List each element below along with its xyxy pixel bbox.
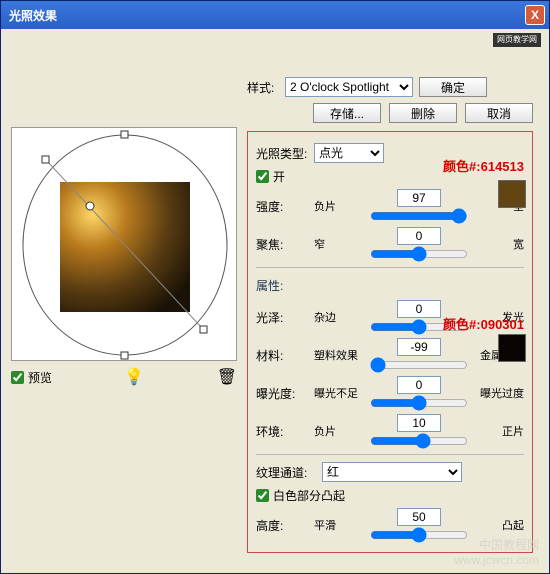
light-type-label: 光照类型: (256, 145, 308, 162)
delete-button[interactable]: 删除 (389, 103, 457, 123)
focus-value[interactable] (397, 227, 441, 245)
texture-label: 纹理通道: (256, 464, 316, 481)
window-title: 光照效果 (9, 7, 57, 24)
logo-badge: 网页教学网 (493, 33, 541, 47)
color-annotation-1: 颜色#:614513 (443, 156, 524, 175)
preview-label: 预览 (28, 369, 52, 386)
material-left: 塑料效果 (314, 347, 366, 363)
props-title: 属性: (256, 277, 308, 294)
focus-label: 聚焦: (256, 236, 308, 253)
gloss-value[interactable] (397, 300, 441, 318)
color-annotation-2: 颜色#:090301 (443, 314, 524, 333)
height-value[interactable] (397, 508, 441, 526)
texture-select[interactable]: 红 (322, 462, 462, 482)
ambient-value[interactable] (397, 414, 441, 432)
light-gizmo[interactable] (12, 128, 238, 362)
close-button[interactable]: X (525, 5, 545, 25)
intensity-label: 强度: (256, 198, 308, 215)
ok-button[interactable]: 确定 (419, 77, 487, 97)
light-panel: 光照类型: 点光 开 颜色#:614513 强度: 负片 (247, 131, 533, 553)
exposure-left: 曝光不足 (314, 385, 366, 401)
cancel-button[interactable]: 取消 (465, 103, 533, 123)
intensity-left: 负片 (314, 198, 366, 214)
focus-left: 窄 (314, 236, 366, 252)
white-high-label: 白色部分凸起 (273, 487, 345, 504)
preview-checkbox-input[interactable] (11, 371, 24, 384)
exposure-right: 曝光过度 (472, 385, 524, 401)
lightbulb-icon[interactable]: 💡 (124, 367, 144, 387)
material-slider[interactable] (370, 358, 468, 372)
ambient-right: 正片 (472, 423, 524, 439)
white-high-input[interactable] (256, 489, 269, 502)
exposure-value[interactable] (397, 376, 441, 394)
style-select[interactable]: 2 O'clock Spotlight (285, 77, 413, 97)
trash-icon[interactable]: 🗑 (217, 367, 237, 387)
material-value[interactable] (397, 338, 441, 356)
light-color-swatch[interactable] (498, 180, 526, 208)
intensity-slider[interactable] (370, 209, 468, 223)
height-right: 凸起 (472, 517, 524, 533)
titlebar: 光照效果 X (1, 1, 549, 29)
exposure-slider[interactable] (370, 396, 468, 410)
height-label: 高度: (256, 517, 308, 534)
preview-canvas[interactable] (11, 127, 237, 361)
height-left: 平滑 (314, 517, 366, 533)
style-label: 样式: (247, 79, 279, 96)
props-color-swatch[interactable] (498, 334, 526, 362)
gloss-left: 杂边 (314, 309, 366, 325)
height-slider[interactable] (370, 528, 468, 542)
gloss-label: 光泽: (256, 309, 308, 326)
save-button[interactable]: 存储... (313, 103, 381, 123)
focus-right: 宽 (472, 236, 524, 252)
white-high-checkbox[interactable]: 白色部分凸起 (256, 487, 524, 504)
focus-slider[interactable] (370, 247, 468, 261)
preview-checkbox[interactable]: 预览 (11, 369, 52, 386)
ambient-label: 环境: (256, 423, 308, 440)
exposure-label: 曝光度: (256, 385, 308, 402)
ambient-left: 负片 (314, 423, 366, 439)
watermark: 中国教程网 www.jcwcn.com (454, 536, 539, 567)
light-on-input[interactable] (256, 170, 269, 183)
intensity-value[interactable] (397, 189, 441, 207)
lighting-effects-dialog: 光照效果 X 网页教学网 预览 (0, 0, 550, 574)
light-type-select[interactable]: 点光 (314, 143, 384, 163)
ambient-slider[interactable] (370, 434, 468, 448)
material-label: 材料: (256, 347, 308, 364)
light-on-label: 开 (273, 168, 285, 185)
close-icon: X (531, 8, 539, 22)
